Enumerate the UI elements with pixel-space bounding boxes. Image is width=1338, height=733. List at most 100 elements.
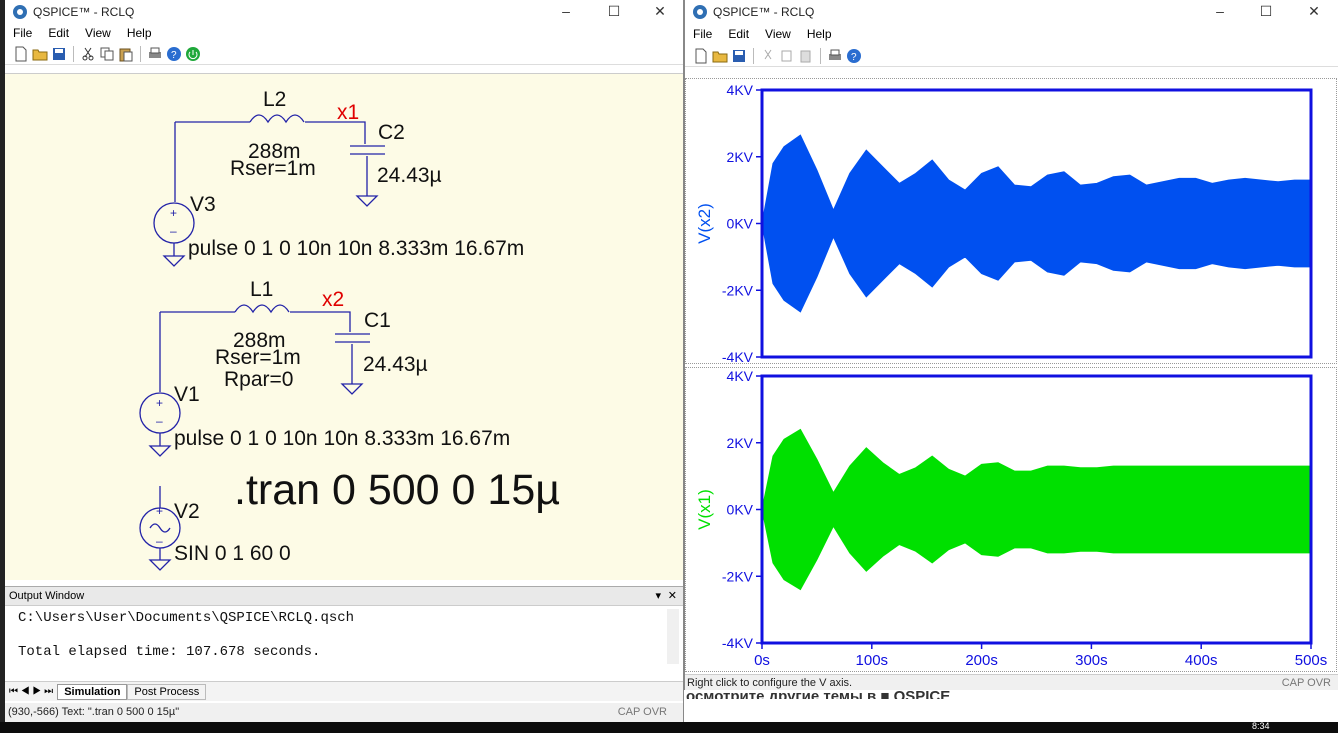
label-V2-source: SIN 0 1 60 0 <box>174 542 291 565</box>
output-line: C:\Users\User\Documents\QSPICE\RCLQ.qsch <box>18 610 355 626</box>
svg-text:?: ? <box>851 52 857 63</box>
status-text: (930,-566) Text: ".tran 0 500 0 15µ" <box>8 706 180 718</box>
schematic-drawing: +– +– +– L2 288m Rser=1m C2 24.43µ V3 pu… <box>139 88 560 571</box>
label-V2: V2 <box>174 500 200 523</box>
status-bar: Right click to configure the V axis. CAP… <box>685 674 1338 690</box>
menu-view[interactable]: View <box>77 26 119 40</box>
maximize-button[interactable]: ☐ <box>1243 0 1289 23</box>
menu-edit[interactable]: Edit <box>720 27 757 41</box>
close-button[interactable]: ✕ <box>1291 0 1337 23</box>
label-L2: L2 <box>263 88 286 111</box>
menu-help[interactable]: Help <box>119 26 160 40</box>
waveform-window: QSPICE™ - RCLQ – ☐ ✕ File Edit View Help… <box>684 0 1338 690</box>
schematic-window: QSPICE™ - RCLQ – ☐ ✕ File Edit View Help… <box>5 0 684 722</box>
x-tick-label: 0s <box>754 652 770 669</box>
menu-edit[interactable]: Edit <box>40 26 77 40</box>
save-icon[interactable] <box>51 46 67 62</box>
paste-icon[interactable] <box>118 46 134 62</box>
svg-text:–: – <box>170 224 177 238</box>
maximize-button[interactable]: ☐ <box>591 0 637 23</box>
help-icon[interactable]: ? <box>846 48 862 64</box>
close-icon[interactable]: ✕ <box>668 587 677 606</box>
copy-icon[interactable] <box>779 48 795 64</box>
y-tick-label: 2KV <box>727 149 754 165</box>
print-icon[interactable] <box>827 48 843 64</box>
taskbar-clock: 8:34 <box>1252 721 1270 731</box>
tran-directive[interactable]: .tran 0 500 0 15µ <box>234 466 560 514</box>
minimize-button[interactable]: – <box>543 0 589 23</box>
cut-icon[interactable] <box>80 46 96 62</box>
run-simulation-icon[interactable] <box>185 46 201 62</box>
y-tick-label: 0KV <box>727 502 754 518</box>
output-scrollbar[interactable] <box>667 609 679 664</box>
tab-post-process[interactable]: Post Process <box>127 683 207 700</box>
help-icon[interactable]: ? <box>166 46 182 62</box>
new-file-icon[interactable] <box>13 46 29 62</box>
y-tick-label: -4KV <box>722 349 754 365</box>
label-L1-rser: Rser=1m <box>215 346 301 369</box>
svg-text:–: – <box>156 534 163 548</box>
window-title: QSPICE™ - RCLQ <box>713 4 815 19</box>
close-button[interactable]: ✕ <box>637 0 683 23</box>
net-label-x2: x2 <box>322 288 344 311</box>
paste-icon[interactable] <box>798 48 814 64</box>
label-V1: V1 <box>174 383 200 406</box>
schematic-canvas[interactable]: + – + – + – L2 288m Rser=1m C2 24.43µ V3 pu… <box>5 73 683 580</box>
y-tick-label: 4KV <box>727 82 754 98</box>
minimize-button[interactable]: – <box>1197 0 1243 23</box>
save-icon[interactable] <box>731 48 747 64</box>
y-axis-label: V(x2) <box>695 203 714 244</box>
print-icon[interactable] <box>147 46 163 62</box>
label-V3-source: pulse 0 1 0 10n 10n 8.333m 16.67m <box>188 237 524 260</box>
svg-text:+: + <box>156 504 163 518</box>
menu-file[interactable]: File <box>5 26 40 40</box>
label-C1: C1 <box>364 309 391 332</box>
waveform-chart[interactable]: 4KV 2KV 0KV -2KV -4KV V(x2) 4KV 2KV 0KV -2KV -4KV V… <box>685 76 1338 674</box>
y-tick-label: 4KV <box>727 368 754 384</box>
toolbar-separator <box>820 47 821 64</box>
label-L1-rpar: Rpar=0 <box>224 368 293 391</box>
svg-text:+: + <box>156 396 163 410</box>
taskbar: 8:34 <box>0 722 1338 733</box>
copy-icon[interactable] <box>99 46 115 62</box>
label-L2-rser: Rser=1m <box>230 157 316 180</box>
label-C2-value: 24.43µ <box>377 164 442 187</box>
y-axis-label: V(x1) <box>695 489 714 530</box>
menu-file[interactable]: File <box>685 27 720 41</box>
svg-text:+: + <box>170 206 177 220</box>
label-C2: C2 <box>378 121 405 144</box>
y-tick-label: -2KV <box>722 568 754 584</box>
x-tick-label: 200s <box>965 652 998 669</box>
open-folder-icon[interactable] <box>32 46 48 62</box>
toolbar: ? <box>5 43 683 65</box>
output-line: Total elapsed time: 107.678 seconds. <box>18 644 321 660</box>
tab-simulation[interactable]: Simulation <box>57 683 128 700</box>
qspice-app-icon <box>693 4 707 19</box>
new-file-icon[interactable] <box>693 48 709 64</box>
x-tick-label: 500s <box>1295 652 1328 669</box>
net-label-x1: x1 <box>337 101 359 124</box>
toolbar-separator <box>73 45 74 62</box>
dropdown-icon[interactable]: ▾ <box>655 587 661 606</box>
y-tick-label: -4KV <box>722 635 754 651</box>
y-tick-label: 0KV <box>727 216 754 232</box>
plot-area[interactable]: 4KV 2KV 0KV -2KV -4KV V(x2) 4KV 2KV 0KV -2KV -4KV V… <box>685 76 1338 674</box>
output-window: Output Window ▾ ✕ C:\Users\User\Document… <box>5 586 683 681</box>
cut-icon[interactable] <box>760 48 776 64</box>
title-bar[interactable]: QSPICE™ - RCLQ – ☐ ✕ <box>685 0 1338 23</box>
window-title: QSPICE™ - RCLQ <box>33 4 135 19</box>
status-bar: (930,-566) Text: ".tran 0 500 0 15µ" CAP… <box>5 703 683 722</box>
title-bar[interactable]: QSPICE™ - RCLQ – ☐ ✕ <box>5 0 683 23</box>
x-tick-label: 300s <box>1075 652 1108 669</box>
menu-view[interactable]: View <box>757 27 799 41</box>
svg-text:?: ? <box>171 50 177 61</box>
output-window-header: Output Window ▾ ✕ <box>5 587 683 606</box>
waveform-vx2 <box>761 134 1312 313</box>
label-V3: V3 <box>190 193 216 216</box>
menu-help[interactable]: Help <box>799 27 840 41</box>
open-folder-icon[interactable] <box>712 48 728 64</box>
x-tick-label: 100s <box>856 652 889 669</box>
toolbar-separator <box>140 45 141 62</box>
y-tick-label: -2KV <box>722 282 754 298</box>
tab-nav-arrows-icon[interactable]: ⏮ ◀ ▶ ⏭ <box>5 686 57 697</box>
